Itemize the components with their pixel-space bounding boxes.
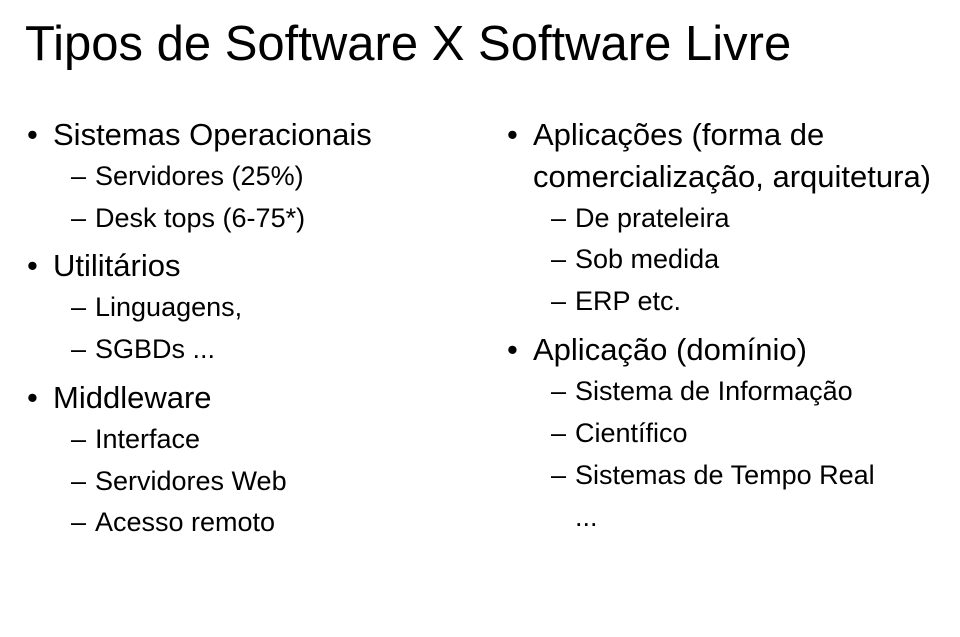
item-linguagens: Linguagens, [53, 287, 475, 329]
heading-sistemas-operacionais: Sistemas Operacionais [53, 117, 372, 152]
group-middleware: Middleware Interface Servidores Web Aces… [25, 377, 475, 544]
item-sob-medida: Sob medida [533, 239, 935, 281]
left-column: Sistemas Operacionais Servidores (25%) D… [25, 114, 475, 550]
group-sistemas-operacionais: Sistemas Operacionais Servidores (25%) D… [25, 114, 475, 240]
heading-aplicacoes-forma: Aplicações (forma de comercialização, ar… [533, 117, 931, 194]
group-aplicacao-dominio: Aplicação (domínio) Sistema de Informaçã… [505, 329, 935, 496]
trailing-ellipsis: ... [505, 502, 935, 533]
item-sgbds: SGBDs ... [53, 329, 475, 371]
heading-middleware: Middleware [53, 380, 212, 415]
right-column: Aplicações (forma de comercialização, ar… [505, 114, 935, 550]
item-desktops: Desk tops (6-75*) [53, 198, 475, 240]
item-sistema-informacao: Sistema de Informação [533, 371, 935, 413]
content-columns: Sistemas Operacionais Servidores (25%) D… [25, 114, 935, 550]
item-erp-etc: ERP etc. [533, 281, 935, 323]
item-cientifico: Científico [533, 413, 935, 455]
item-servidores: Servidores (25%) [53, 156, 475, 198]
heading-utilitarios: Utilitários [53, 248, 180, 283]
slide-title: Tipos de Software X Software Livre [25, 18, 935, 72]
item-sistemas-tempo-real: Sistemas de Tempo Real [533, 455, 935, 497]
item-servidores-web: Servidores Web [53, 461, 475, 503]
item-acesso-remoto: Acesso remoto [53, 502, 475, 544]
group-utilitarios: Utilitários Linguagens, SGBDs ... [25, 245, 475, 371]
heading-aplicacao-dominio: Aplicação (domínio) [533, 332, 807, 367]
group-aplicacoes-forma: Aplicações (forma de comercialização, ar… [505, 114, 935, 323]
item-de-prateleira: De prateleira [533, 198, 935, 240]
item-interface: Interface [53, 419, 475, 461]
